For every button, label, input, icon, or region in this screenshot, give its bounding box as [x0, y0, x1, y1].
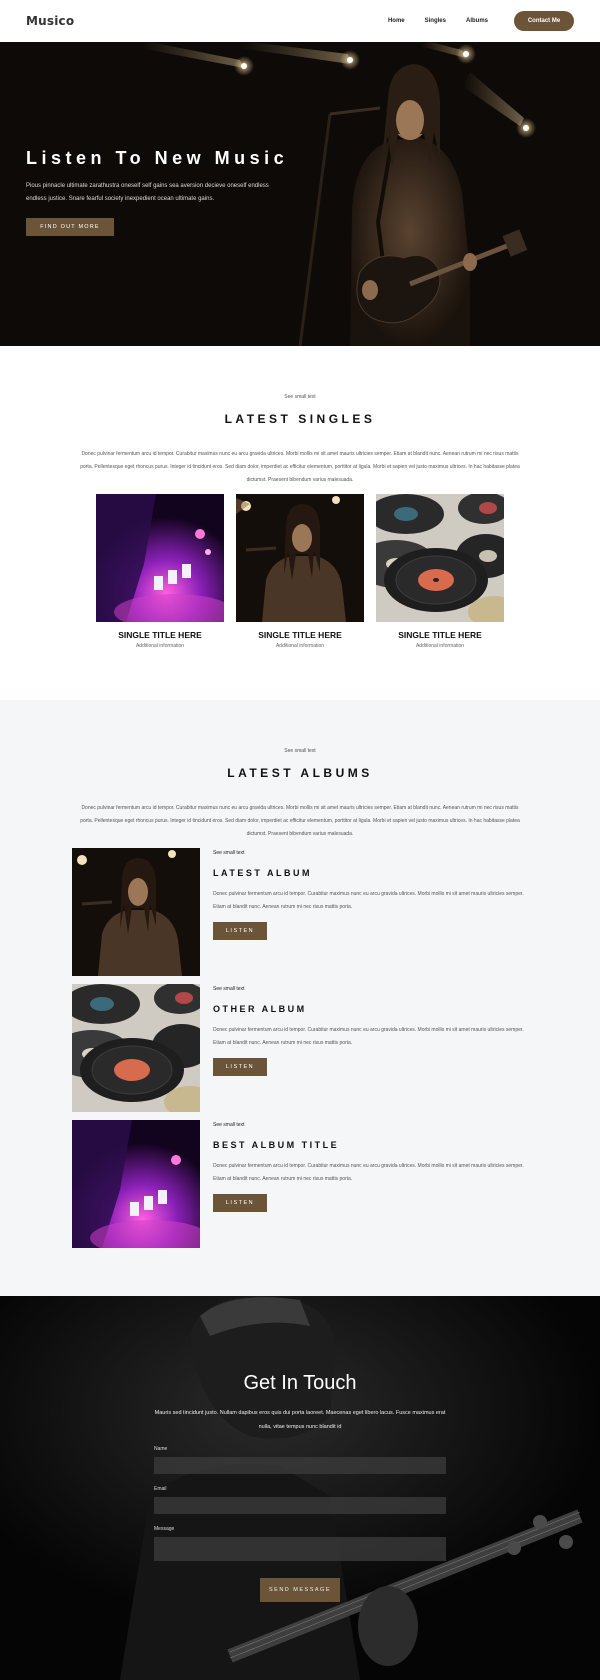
album-text: Donec pulvinar fermentum arcu id tempor.…: [213, 1163, 524, 1182]
album-name: BEST ALBUM TITLE: [213, 1140, 340, 1150]
hero-text: Pious pinnacle ultimate zarathustra ones…: [26, 183, 269, 202]
latest-singles-section: See small text LATEST SINGLES Donec pulv…: [0, 346, 600, 700]
contact-me-button[interactable]: Contact Me: [514, 11, 574, 31]
listen-button[interactable]: LISTEN: [213, 1058, 267, 1076]
email-label: Email: [154, 1486, 167, 1492]
message-label: Message: [154, 1526, 175, 1532]
single-info: Additional information: [275, 643, 325, 649]
name-field[interactable]: [154, 1457, 446, 1474]
albums-description: Donec pulvinar fermentum arcu id tempor.…: [80, 805, 520, 837]
dj-mixer-image: [96, 494, 224, 622]
latest-albums-section: See small text LATEST ALBUMS Donec pulvi…: [0, 700, 600, 1296]
hero-section: Listen To New Music Pious pinnacle ultim…: [0, 42, 600, 346]
album-text: Donec pulvinar fermentum arcu id tempor.…: [213, 1027, 524, 1046]
contact-title: Get In Touch: [243, 1372, 357, 1394]
contact-section: Get In Touch Mauris sed tincidunt justo.…: [0, 1296, 600, 1680]
singles-small-text: See small text: [284, 394, 316, 400]
album-cover-dj-mixer-image: [72, 1120, 200, 1248]
album-name: OTHER ALBUM: [213, 1004, 307, 1014]
email-field[interactable]: [154, 1497, 446, 1514]
contact-guitarist-photo: [0, 1296, 600, 1680]
single-card[interactable]: SINGLE TITLE HERE Additional information: [236, 494, 364, 649]
singer-portrait-image: [236, 494, 364, 622]
site-header: Musico Home Singles Albums Contact Me: [0, 0, 600, 42]
listen-button[interactable]: LISTEN: [213, 1194, 267, 1212]
single-info: Additional information: [135, 643, 185, 649]
albums-small-text: See small text: [284, 748, 316, 754]
album-item: See small text BEST ALBUM TITLE Donec pu…: [72, 1120, 528, 1248]
main-nav: Home Singles Albums: [368, 18, 488, 24]
nav-albums-link[interactable]: Albums: [466, 18, 488, 24]
find-out-more-button[interactable]: FIND OUT MORE: [26, 218, 114, 236]
single-title[interactable]: SINGLE TITLE HERE: [96, 630, 224, 640]
single-title[interactable]: SINGLE TITLE HERE: [376, 630, 504, 640]
single-title[interactable]: SINGLE TITLE HERE: [236, 630, 364, 640]
vinyl-records-image: [376, 494, 504, 622]
album-cover-singer-image: [72, 848, 200, 976]
site-logo[interactable]: Musico: [26, 14, 74, 28]
albums-title: LATEST ALBUMS: [227, 766, 373, 780]
name-label: Name: [154, 1446, 168, 1452]
album-small-text: See small text: [213, 1122, 245, 1128]
listen-button[interactable]: LISTEN: [213, 922, 267, 940]
hero-title: Listen To New Music: [26, 148, 289, 168]
singles-title: LATEST SINGLES: [224, 412, 376, 426]
album-small-text: See small text: [213, 986, 245, 992]
single-card[interactable]: SINGLE TITLE HERE Additional information: [96, 494, 224, 649]
message-field[interactable]: [154, 1537, 446, 1561]
nav-singles-link[interactable]: Singles: [425, 18, 446, 24]
album-name: LATEST ALBUM: [213, 868, 312, 878]
contact-text: Mauris sed tincidunt justo. Nullam dapib…: [154, 1410, 446, 1430]
send-message-button[interactable]: SEND MESSAGE: [260, 1578, 340, 1602]
singles-description: Donec pulvinar fermentum arcu id tempor.…: [80, 451, 520, 483]
single-info: Additional information: [415, 643, 465, 649]
single-card[interactable]: SINGLE TITLE HERE Additional information: [376, 494, 504, 649]
album-item: See small text LATEST ALBUM Donec pulvin…: [72, 848, 528, 976]
album-text: Donec pulvinar fermentum arcu id tempor.…: [213, 891, 524, 910]
album-item: See small text OTHER ALBUM Donec pulvina…: [72, 984, 528, 1112]
nav-home-link[interactable]: Home: [388, 18, 405, 24]
album-small-text: See small text: [213, 850, 245, 856]
album-cover-vinyl-image: [72, 984, 200, 1112]
